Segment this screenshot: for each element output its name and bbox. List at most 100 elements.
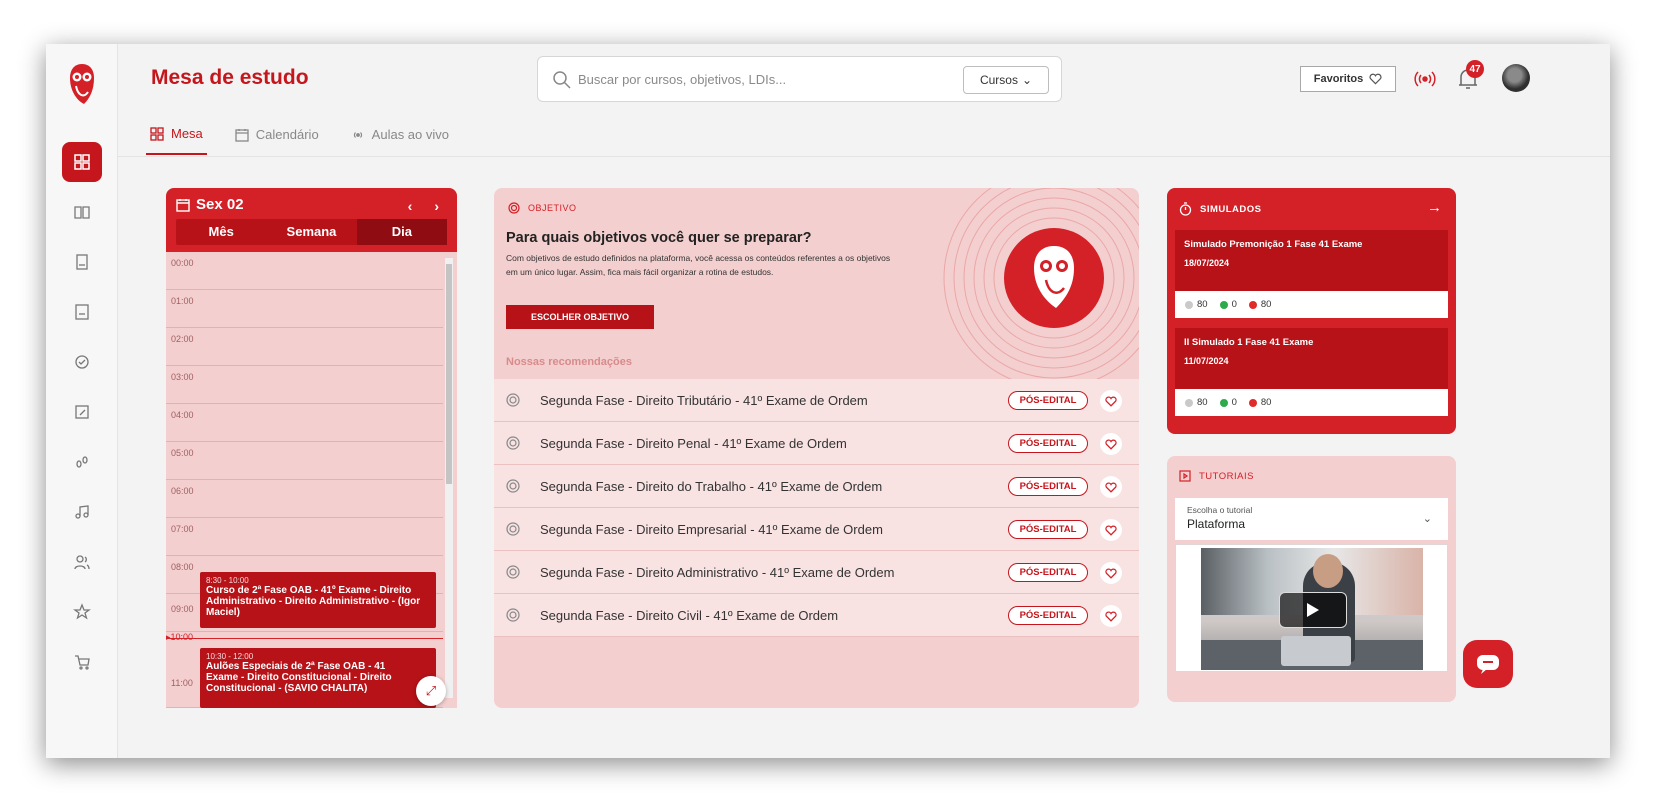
tutorial-video[interactable] [1201,548,1423,670]
recommendation-title: Segunda Fase - Direito Administrativo - … [540,564,895,580]
status-badge: PÓS-EDITAL [1008,434,1088,453]
recommendation-title: Segunda Fase - Direito Empresarial - 41º… [540,521,883,537]
tab-label: Calendário [255,127,319,142]
expand-icon[interactable]: ⤢ [416,676,446,706]
tab-calendario[interactable]: Calendário [231,120,323,155]
heart-icon [1105,610,1117,622]
calendar-icon [176,198,190,212]
live-broadcast-icon [353,131,362,138]
dashboard-icon [150,126,164,141]
favorite-button[interactable] [1100,390,1122,412]
users-icon [74,555,90,570]
recommendations-title: Nossas recomendações [506,356,632,368]
favorite-button[interactable] [1100,433,1122,455]
avatar[interactable] [1502,64,1530,92]
header-divider [118,156,1610,157]
sidebar-item-metas[interactable] [62,342,102,382]
search-scope-select[interactable]: Cursos ⌄ [963,66,1049,94]
chevron-down-icon: ⌄ [1422,513,1432,525]
owl-logo[interactable] [68,62,96,106]
status-badge: PÓS-EDITAL [1008,606,1088,625]
sidebar-item-trilhas[interactable] [62,442,102,482]
live-broadcast-icon[interactable] [1414,68,1436,90]
edit-icon [75,405,89,419]
hour-row[interactable]: 01:00 [166,290,443,328]
chevron-right-icon[interactable]: › [434,198,439,214]
heart-icon [1105,524,1117,536]
list-item[interactable]: Segunda Fase - Direito Penal - 41º Exame… [494,422,1139,465]
video-icon [1179,470,1191,482]
sidebar-item-cursos[interactable] [62,192,102,232]
calendar-event[interactable]: 10:30 - 12:00 Aulões Especiais de 2ª Fas… [200,648,436,708]
list-item[interactable]: Segunda Fase - Direito do Trabalho - 41º… [494,465,1139,508]
list-item[interactable]: Segunda Fase - Direito Empresarial - 41º… [494,508,1139,551]
calendar-date: Sex 02 [176,196,447,213]
hour-row[interactable]: 05:00 [166,442,443,480]
list-item[interactable]: Segunda Fase - Direito Tributário - 41º … [494,379,1139,422]
objective-card: OBJETIVO Para quais objetivos você quer … [494,188,1139,708]
favorite-button[interactable] [1100,562,1122,584]
hour-row[interactable]: 03:00 [166,366,443,404]
tutoriais-title: TUTORIAIS [1199,470,1254,482]
hour-row[interactable]: 02:00 [166,328,443,366]
current-time-label: ▸10:00 [166,632,194,642]
heart-icon [1105,481,1117,493]
hour-row[interactable]: 04:00 [166,404,443,442]
hour-row[interactable]: 07:00 [166,518,443,556]
list-item[interactable]: Segunda Fase - Direito Civil - 41º Exame… [494,594,1139,637]
favorite-button[interactable] [1100,519,1122,541]
view-week-button[interactable]: Semana [266,219,356,245]
footsteps-icon [76,456,88,468]
arrow-right-icon[interactable]: → [1427,199,1442,216]
recommendation-title: Segunda Fase - Direito Tributário - 41º … [540,392,868,408]
chevron-left-icon[interactable]: ‹ [408,198,413,214]
tab-aulas-ao-vivo[interactable]: Aulas ao vivo [347,120,453,155]
favorite-button[interactable] [1100,476,1122,498]
list-item[interactable]: Segunda Fase - Direito Administrativo - … [494,551,1139,594]
calendar-event[interactable]: 8:30 - 10:00 Curso de 2ª Fase OAB - 41º … [200,572,436,628]
view-day-button[interactable]: Dia [356,219,447,245]
search-bar[interactable]: Buscar por cursos, objetivos, LDIs... Cu… [537,56,1062,102]
sidebar-item-audios[interactable] [62,492,102,532]
notification-badge: 47 [1466,60,1484,78]
choose-objective-button[interactable]: ESCOLHER OBJETIVO [506,305,654,329]
recommendation-title: Segunda Fase - Direito Civil - 41º Exame… [540,607,839,623]
sidebar-item-questoes[interactable] [62,392,102,432]
view-month-button[interactable]: Mês [176,219,266,245]
target-icon [506,436,520,450]
calendar-scrollbar[interactable] [445,258,453,698]
stat-wrong: 80 [1248,397,1271,408]
tab-mesa[interactable]: Mesa [146,120,207,155]
circle-icon [1185,398,1193,407]
calendar-icon [235,128,249,142]
decorative-rings [943,188,1139,389]
scrollbar-thumb[interactable] [446,264,452,484]
status-badge: PÓS-EDITAL [1008,477,1088,496]
tab-label: Mesa [171,126,203,141]
hour-row[interactable]: 00:00 [166,252,443,290]
recommendations-list: Segunda Fase - Direito Tributário - 41º … [494,379,1139,637]
sidebar-item-cadernos[interactable] [62,292,102,332]
chat-button[interactable] [1463,640,1513,688]
favorite-button[interactable] [1100,605,1122,627]
circle-icon [1185,300,1193,309]
check-icon [1219,300,1228,309]
target-icon [506,565,520,579]
search-input[interactable]: Buscar por cursos, objetivos, LDIs... [578,72,786,87]
stat-total: 80 [1185,299,1208,310]
simulado-item[interactable]: II Simulado 1 Fase 41 Exame 11/07/2024 8… [1175,328,1448,416]
sidebar-item-materiais[interactable] [62,242,102,282]
sidebar-item-favoritos[interactable] [62,592,102,632]
play-icon[interactable] [1279,592,1347,628]
sidebar-item-comunidade[interactable] [62,542,102,582]
simulados-title: SIMULADOS [1200,203,1262,215]
favorites-button[interactable]: Favoritos [1300,66,1396,92]
tutorial-select[interactable]: Escolha o tutorial Plataforma ⌄ [1175,498,1448,540]
simulado-item[interactable]: Simulado Premonição 1 Fase 41 Exame 18/0… [1175,230,1448,318]
hour-row[interactable]: 06:00 [166,480,443,518]
sidebar-item-mesa[interactable] [62,142,102,182]
close-icon [1248,398,1257,407]
simulado-date: 18/07/2024 [1184,258,1230,268]
status-badge: PÓS-EDITAL [1008,391,1088,410]
sidebar-item-loja[interactable] [62,642,102,682]
